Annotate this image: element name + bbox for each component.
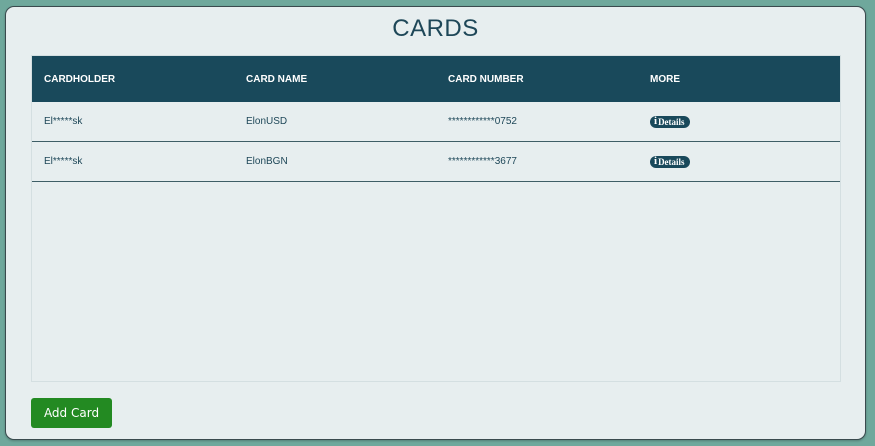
add-card-button[interactable]: Add Card: [31, 398, 112, 428]
card-name-cell: ElonUSD: [246, 116, 288, 127]
details-button[interactable]: i Details: [650, 115, 690, 128]
card-number-cell: ************3677: [448, 156, 517, 167]
card-number-cell: ************0752: [448, 116, 517, 127]
column-header-more: MORE: [650, 73, 680, 85]
details-label: Details: [658, 156, 685, 167]
column-header-card-name: CARD NAME: [246, 73, 308, 85]
more-cell: i Details: [638, 115, 840, 128]
details-label: Details: [658, 116, 685, 127]
details-button[interactable]: i Details: [650, 155, 690, 168]
info-icon: i: [654, 115, 658, 127]
cardholder-cell: El*****sk: [44, 116, 83, 127]
table-row: El*****sk ElonUSD ************0752 i Det…: [32, 102, 840, 142]
table-row: El*****sk ElonBGN ************3677 i Det…: [32, 142, 840, 182]
cards-table: CARDHOLDER CARD NAME CARD NUMBER MORE El…: [31, 55, 841, 382]
page-title: CARDS: [392, 15, 479, 42]
column-header-card-number: CARD NUMBER: [448, 73, 524, 85]
column-header-cardholder: CARDHOLDER: [44, 73, 116, 85]
info-icon: i: [654, 155, 658, 167]
more-cell: i Details: [638, 155, 840, 168]
table-header: CARDHOLDER CARD NAME CARD NUMBER MORE: [32, 56, 840, 102]
cards-panel: CARDS CARDHOLDER CARD NAME CARD NUMBER M…: [5, 6, 866, 440]
cardholder-cell: El*****sk: [44, 156, 83, 167]
card-name-cell: ElonBGN: [246, 156, 288, 167]
